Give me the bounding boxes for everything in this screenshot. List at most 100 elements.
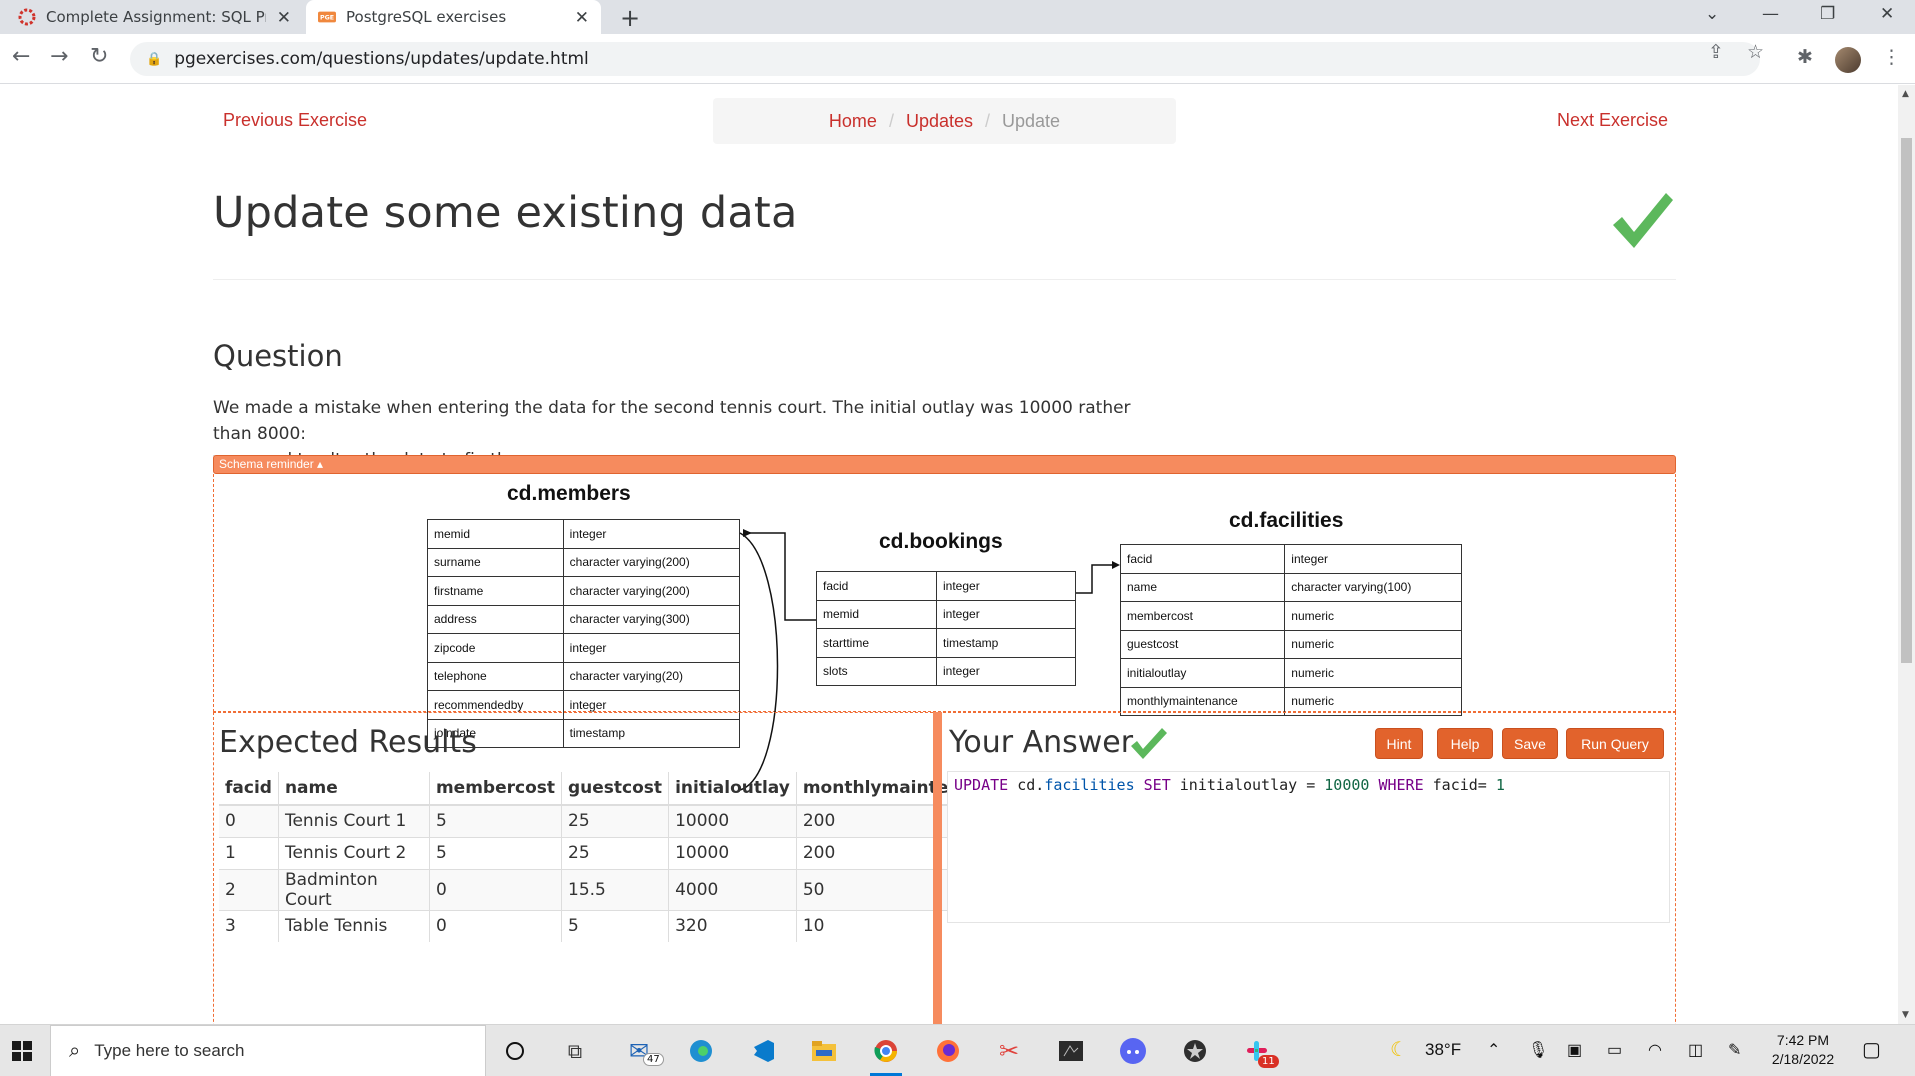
meet-now-icon[interactable]: ▣	[1567, 1040, 1582, 1060]
edge-icon[interactable]	[683, 1033, 719, 1069]
windows-taskbar: ⌕ Type here to search ⧉ ✉ 47 ✂ 11 ☾ 38°F…	[0, 1024, 1915, 1076]
cell: 3	[219, 909, 279, 942]
sql-editor[interactable]: UPDATE cd.facilities SET initialoutlay =…	[947, 771, 1670, 923]
profile-avatar[interactable]	[1835, 47, 1861, 73]
new-tab-plus-icon[interactable]: +	[620, 4, 640, 32]
help-button[interactable]: Help	[1437, 728, 1493, 759]
cell: 320	[668, 909, 797, 942]
column-header: initialoutlay	[668, 772, 797, 806]
page-viewport: Previous Exercise Home / Updates / Updat…	[0, 85, 1898, 1024]
cell: 1	[219, 836, 279, 869]
sql-text: facid=	[1432, 776, 1496, 794]
weather-temperature[interactable]: 38°F	[1425, 1040, 1461, 1060]
expected-results-table: facid name membercost guestcost initialo…	[219, 772, 1012, 942]
scroll-down-arrow-icon[interactable]: ▼	[1902, 1010, 1909, 1020]
vscode-icon[interactable]	[745, 1033, 781, 1069]
notification-center-icon[interactable]: ▢	[1862, 1037, 1881, 1062]
table-row: 2 Badminton Court 0 15.5 4000 50	[219, 868, 1012, 910]
mail-badge: 47	[643, 1053, 664, 1066]
window-close-icon[interactable]: ✕	[1880, 4, 1894, 24]
tab-complete-assignment[interactable]: Complete Assignment: SQL Practi ✕	[18, 0, 303, 34]
system-clock[interactable]: 7:42 PM 2/18/2022	[1757, 1031, 1849, 1069]
show-hidden-icons-chevron-icon[interactable]: ⌃	[1487, 1040, 1500, 1060]
taskbar-search-box[interactable]: ⌕ Type here to search	[50, 1025, 486, 1076]
column-header: membercost	[428, 772, 562, 806]
reload-icon[interactable]: ↻	[90, 44, 108, 69]
sql-text: initialoutlay =	[1179, 776, 1325, 794]
chrome-icon[interactable]	[868, 1033, 904, 1076]
microphone-icon[interactable]: 🎙	[1528, 1040, 1548, 1060]
table-header-row: facid name membercost guestcost initialo…	[219, 772, 1012, 806]
answer-correct-check-icon	[1130, 727, 1168, 765]
tab-postgresql-exercises[interactable]: PGE PostgreSQL exercises ✕	[306, 0, 601, 34]
table-row: 0 Tennis Court 1 5 25 10000 200	[219, 804, 1012, 837]
sql-keyword: WHERE	[1369, 776, 1433, 794]
table-row: 3 Table Tennis 0 5 320 10	[219, 909, 1012, 942]
forward-arrow-icon[interactable]: →	[50, 44, 68, 69]
cell: Tennis Court 2	[277, 836, 430, 869]
save-button[interactable]: Save	[1502, 728, 1558, 759]
sql-keyword: SET	[1134, 776, 1180, 794]
expected-results-heading: Expected Results	[219, 725, 477, 760]
address-bar[interactable]: 🔒 pgexercises.com/questions/updates/upda…	[130, 42, 1760, 76]
panel-resize-handle[interactable]	[933, 712, 942, 1024]
pge-favicon-icon: PGE	[318, 8, 336, 26]
minimize-icon[interactable]: —	[1762, 4, 1779, 24]
your-answer-heading: Your Answer	[949, 725, 1134, 760]
pen-workspace-icon[interactable]: ✎	[1728, 1040, 1741, 1060]
lock-icon: 🔒	[146, 51, 163, 67]
extensions-puzzle-icon[interactable]: ✱	[1797, 46, 1813, 68]
battery-icon[interactable]: ▭	[1607, 1040, 1622, 1060]
tab-title: Complete Assignment: SQL Practi	[46, 8, 266, 26]
svg-text:PGE: PGE	[320, 15, 334, 22]
assignment-favicon-icon	[18, 8, 36, 26]
cell: 25	[560, 804, 669, 837]
tab-search-chevron-icon[interactable]: ⌄	[1705, 4, 1719, 24]
close-tab-icon[interactable]: ✕	[277, 8, 291, 28]
browser-tabstrip: Complete Assignment: SQL Practi ✕ PGE Po…	[0, 0, 1915, 34]
tab-title: PostgreSQL exercises	[346, 8, 507, 26]
wifi-icon[interactable]: ◠	[1648, 1040, 1662, 1060]
cell: 15.5	[560, 868, 669, 910]
windows-start-icon[interactable]	[12, 1041, 32, 1061]
browser-toolbar: ← → ↻ 🔒 pgexercises.com/questions/update…	[0, 34, 1915, 84]
search-placeholder: Type here to search	[94, 1041, 245, 1060]
game-app-icon[interactable]	[1177, 1033, 1213, 1069]
restore-icon[interactable]: ❐	[1820, 4, 1835, 24]
sql-keyword: UPDATE	[954, 776, 1009, 794]
column-header: name	[277, 772, 430, 806]
discord-icon[interactable]	[1115, 1033, 1151, 1069]
weather-moon-icon[interactable]: ☾	[1390, 1037, 1408, 1062]
share-icon[interactable]: ⇪	[1708, 41, 1724, 63]
media-app-icon[interactable]	[1053, 1033, 1089, 1069]
table-row: 1 Tennis Court 2 5 25 10000 200	[219, 836, 1012, 869]
sql-table: facilities	[1044, 776, 1135, 794]
page-scrollbar[interactable]: ▲ ▼	[1898, 85, 1915, 1024]
sql-number: 10000	[1324, 776, 1370, 794]
clock-date: 2/18/2022	[1771, 1051, 1835, 1067]
column-header: guestcost	[560, 772, 669, 806]
file-explorer-icon[interactable]	[806, 1033, 842, 1069]
cell: Table Tennis	[277, 909, 430, 942]
task-view-icon[interactable]: ⧉	[557, 1033, 593, 1069]
bookings-facid-connector	[1076, 564, 1113, 594]
cortana-circle-icon[interactable]	[497, 1033, 533, 1069]
cell: 10000	[668, 804, 797, 837]
clock-time: 7:42 PM	[1776, 1032, 1830, 1048]
close-tab-icon[interactable]: ✕	[575, 8, 589, 28]
bookmark-star-icon[interactable]: ☆	[1747, 41, 1764, 63]
column-header: facid	[219, 772, 279, 806]
snipping-tool-icon[interactable]: ✂	[991, 1033, 1027, 1069]
cell: Tennis Court 1	[277, 804, 430, 837]
browser-menu-icon[interactable]: ⋮	[1882, 46, 1901, 68]
back-arrow-icon[interactable]: ←	[12, 44, 30, 69]
scrollbar-thumb[interactable]	[1901, 138, 1912, 663]
cell: 5	[428, 804, 562, 837]
cell: 4000	[668, 868, 797, 910]
firefox-icon[interactable]	[930, 1033, 966, 1069]
hint-button[interactable]: Hint	[1375, 728, 1423, 759]
scroll-up-arrow-icon[interactable]: ▲	[1902, 89, 1909, 99]
slack-badge: 11	[1258, 1055, 1279, 1068]
volume-icon[interactable]: ◫	[1688, 1040, 1703, 1060]
run-query-button[interactable]: Run Query	[1566, 728, 1664, 759]
